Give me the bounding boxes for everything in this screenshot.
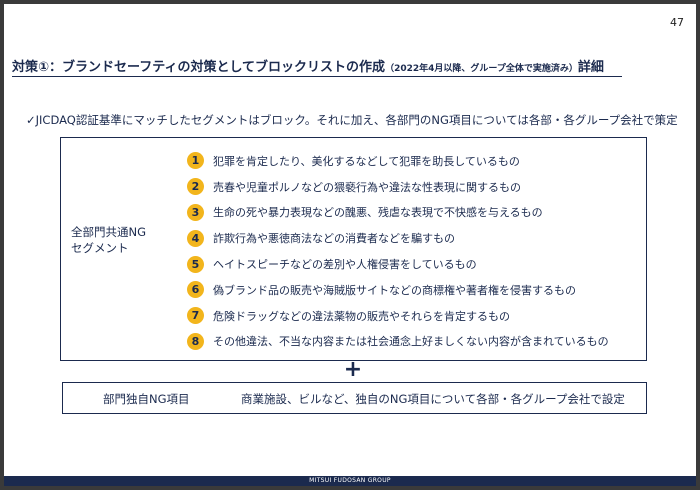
item-text: 偽ブランド品の販売や海賊版サイトなどの商標権や著者権を侵害するもの [213, 283, 576, 297]
dept-ng-text: 商業施設、ビルなど、独自のNG項目について各部・各グループ会社で設定 [241, 392, 625, 406]
number-badge: 4 [187, 229, 204, 247]
item-text: 危険ドラッグなどの違法薬物の販売やそれらを肯定するもの [213, 309, 510, 323]
plus-icon: + [343, 357, 363, 382]
number-badge: 6 [187, 281, 204, 299]
title-underline [12, 76, 622, 77]
ng-item-list: 1 犯罪を肯定したり、美化するなどして犯罪を助長しているもの 2 売春や児童ポル… [187, 148, 642, 354]
common-ng-label-line1: 全部門共通NG [71, 225, 147, 239]
footer-bar: MITSUI FUDOSAN GROUP [4, 476, 696, 486]
common-ng-box: 全部門共通NG セグメント 1 犯罪を肯定したり、美化するなどして犯罪を助長して… [60, 137, 647, 361]
dept-ng-label: 部門独自NG項目 [103, 392, 190, 406]
dept-ng-box: 部門独自NG項目 商業施設、ビルなど、独自のNG項目について各部・各グループ会社… [62, 382, 647, 414]
title-main: 対策①：ブランドセーフティの対策としてブロックリストの作成 [12, 60, 386, 75]
list-item: 2 売春や児童ポルノなどの猥褻行為や違法な性表現に関するもの [187, 174, 642, 200]
title-sub: （2022年4月以降、グループ全体で実施済み） [385, 64, 578, 74]
number-badge: 1 [187, 152, 204, 170]
page-number: 47 [670, 16, 684, 29]
list-item: 1 犯罪を肯定したり、美化するなどして犯罪を助長しているもの [187, 148, 642, 174]
list-item: 8 その他違法、不当な内容または社会通念上好ましくない内容が含まれているもの [187, 329, 642, 355]
item-text: 詐欺行為や悪徳商法などの消費者などを騙すもの [213, 232, 455, 246]
page-title: 対策①：ブランドセーフティの対策としてブロックリストの作成（2022年4月以降、… [12, 56, 688, 75]
number-badge: 5 [187, 255, 204, 273]
item-text: 生命の死や暴力表現などの醜悪、残虐な表現で不快感を与えるもの [213, 206, 543, 220]
number-badge: 7 [187, 307, 204, 325]
number-badge: 8 [187, 332, 204, 350]
list-item: 7 危険ドラッグなどの違法薬物の販売やそれらを肯定するもの [187, 303, 642, 329]
item-text: ヘイトスピーチなどの差別や人権侵害をしているもの [213, 258, 477, 272]
number-badge: 3 [187, 203, 204, 221]
number-badge: 2 [187, 178, 204, 196]
item-text: 犯罪を肯定したり、美化するなどして犯罪を助長しているもの [213, 154, 520, 168]
common-ng-label: 全部門共通NG セグメント [71, 224, 146, 256]
list-item: 4 詐欺行為や悪徳商法などの消費者などを騙すもの [187, 225, 642, 251]
list-item: 6 偽ブランド品の販売や海賊版サイトなどの商標権や著者権を侵害するもの [187, 277, 642, 303]
item-text: その他違法、不当な内容または社会通念上好ましくない内容が含まれているもの [213, 335, 609, 349]
title-suffix: 詳細 [577, 60, 604, 75]
common-ng-label-line2: セグメント [71, 241, 129, 255]
item-text: 売春や児童ポルノなどの猥褻行為や違法な性表現に関するもの [213, 180, 521, 194]
list-item: 3 生命の死や暴力表現などの醜悪、残虐な表現で不快感を与えるもの [187, 200, 642, 226]
slide: 47 対策①：ブランドセーフティの対策としてブロックリストの作成（2022年4月… [4, 4, 696, 486]
lead-text: ✓JICDAQ認証基準にマッチしたセグメントはブロック。それに加え、各部門のNG… [26, 113, 678, 127]
list-item: 5 ヘイトスピーチなどの差別や人権侵害をしているもの [187, 251, 642, 277]
